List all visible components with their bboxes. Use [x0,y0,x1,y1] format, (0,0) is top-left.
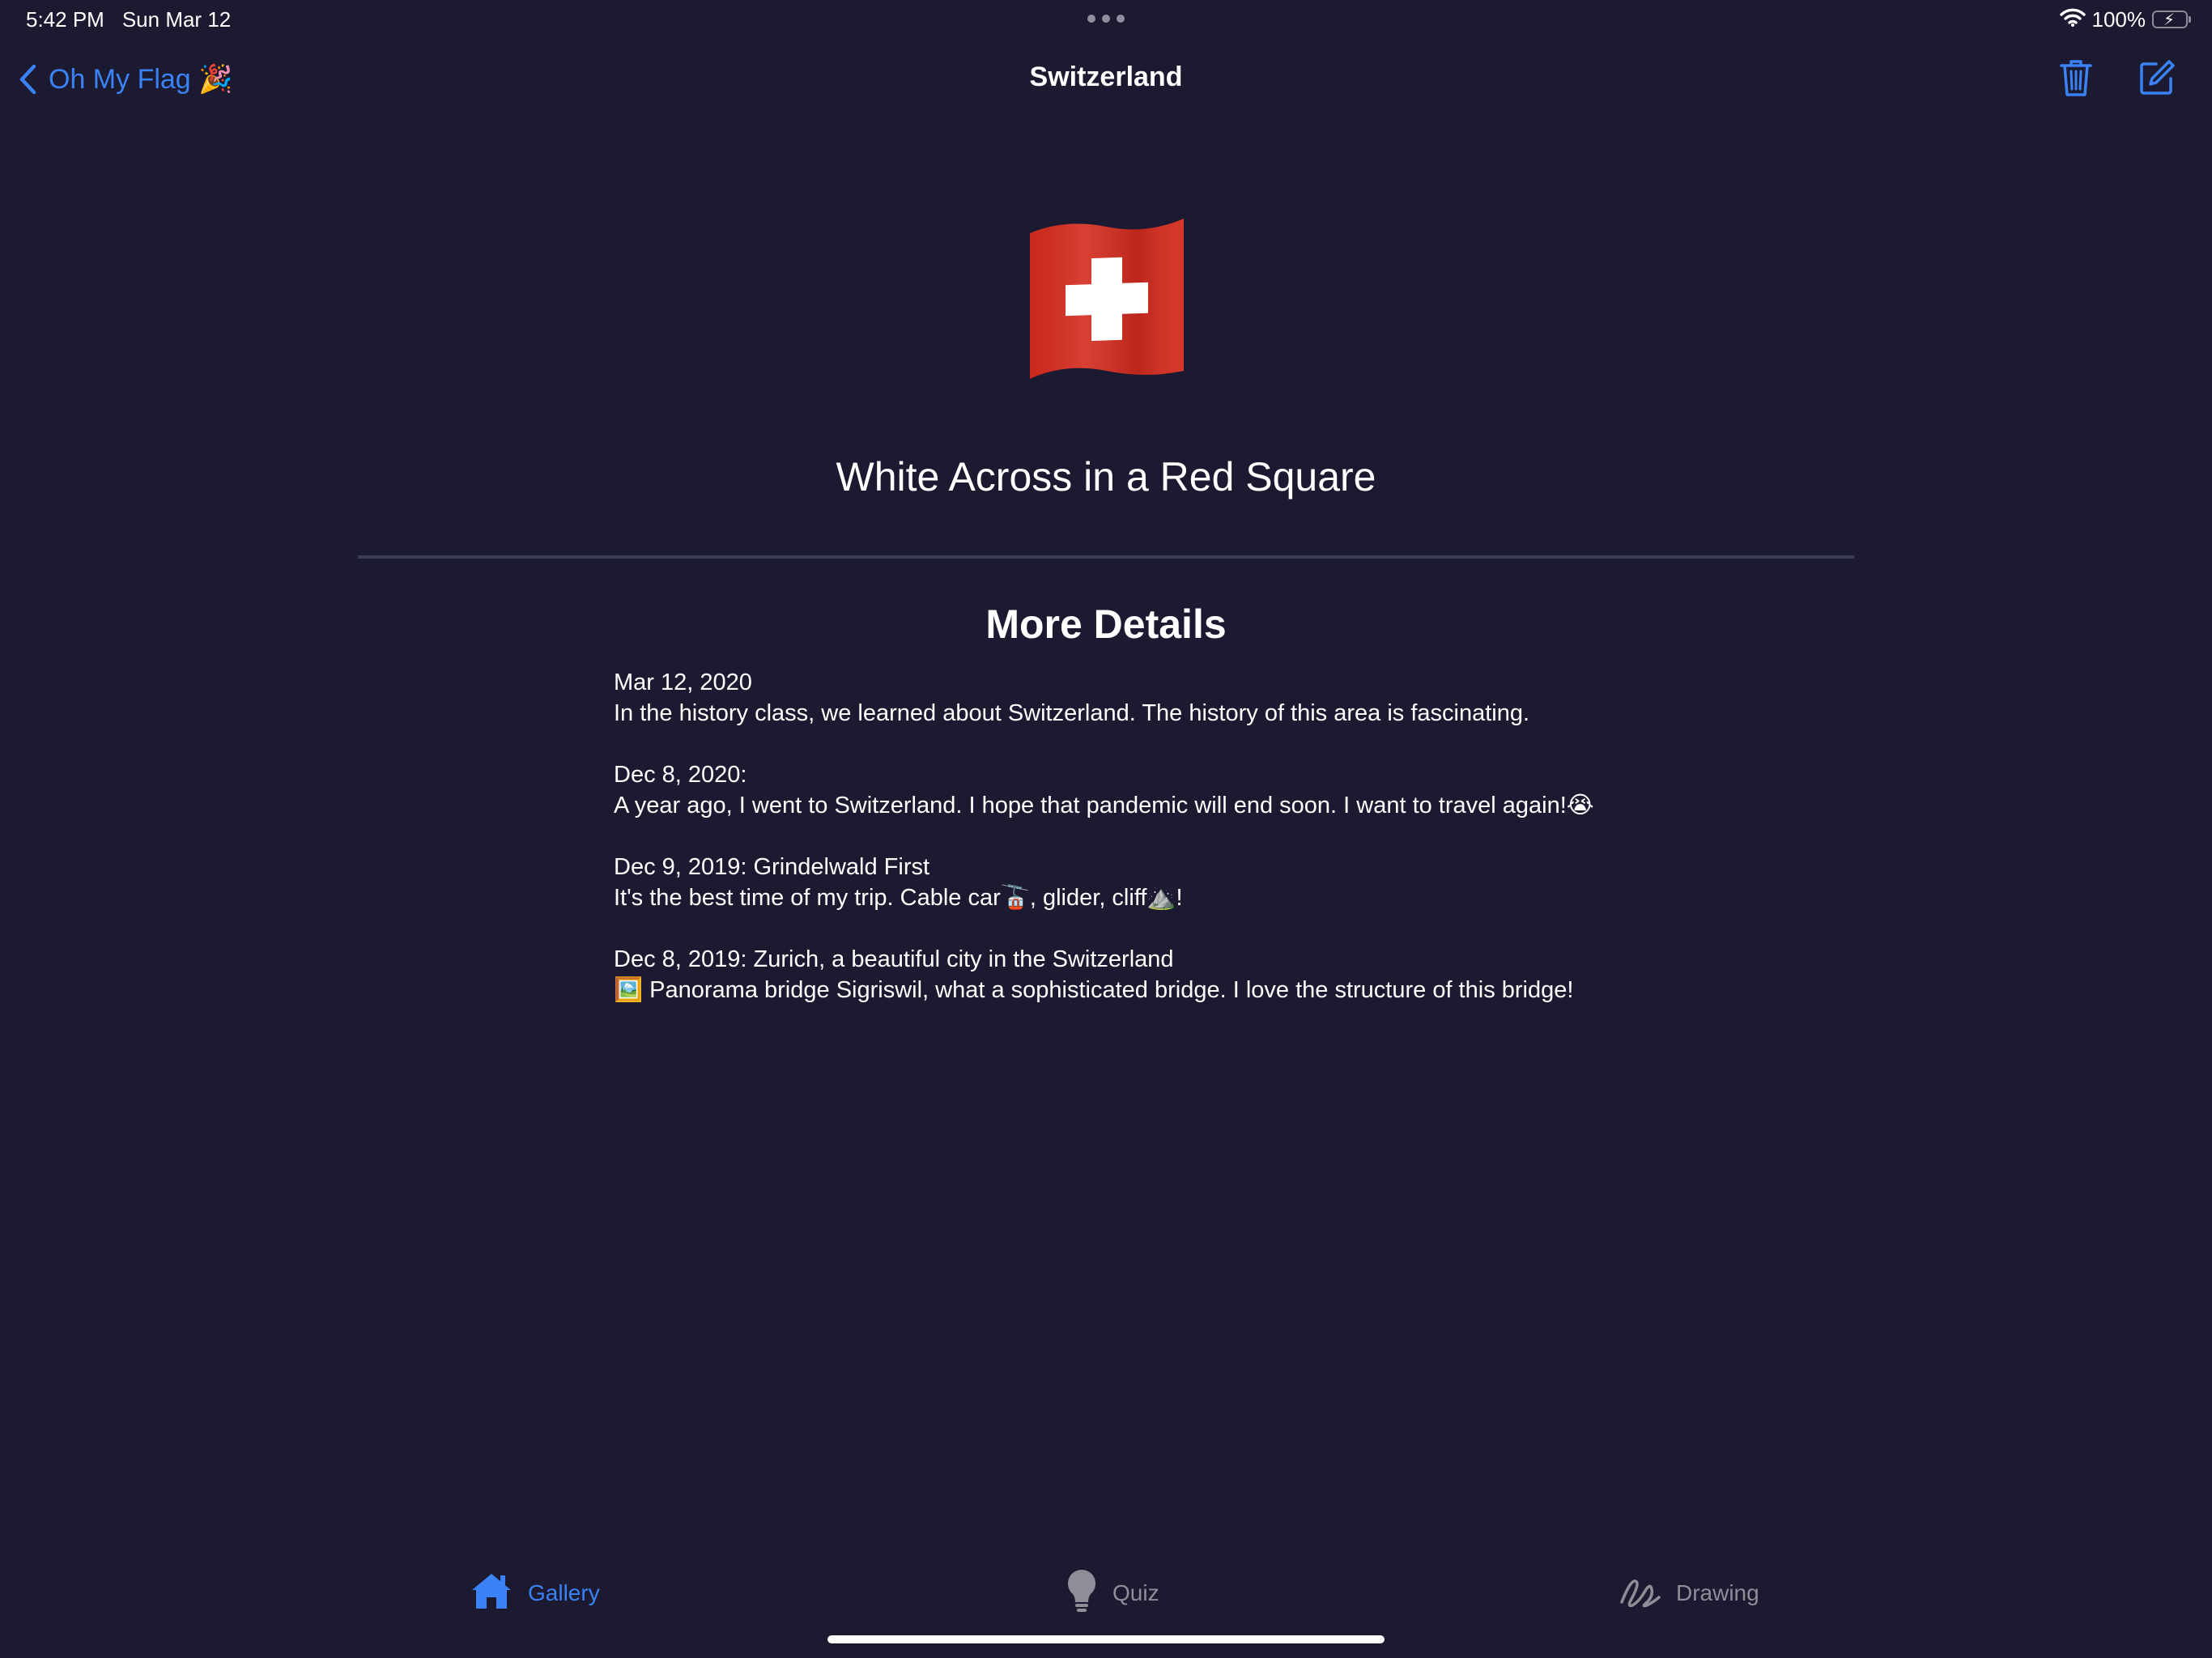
list-item: Dec 8, 2020: A year ago, I went to Switz… [614,759,1666,821]
wifi-icon [2059,7,2086,32]
entry-text: In the history class, we learned about S… [614,700,1530,726]
multitasking-dots[interactable] [1087,15,1125,24]
entry-text: It's the best time of my trip. Cable car… [614,885,1183,911]
tab-label: Gallery [528,1580,600,1605]
home-indicator[interactable] [827,1635,1385,1643]
house-icon [470,1571,513,1617]
list-item: Dec 8, 2019: Zurich, a beautiful city in… [614,944,1666,1005]
entry-date: Mar 12, 2020 [614,670,752,695]
edit-button[interactable] [2134,57,2180,102]
tab-drawing[interactable]: Drawing [1619,1569,1759,1618]
lightbulb-icon [1066,1568,1098,1619]
tab-label: Quiz [1112,1580,1159,1605]
status-date: Sun Mar 12 [121,7,232,32]
entry-text: 🖼️ Panorama bridge Sigriswil, what a sop… [614,977,1574,1003]
swiss-flag-icon [1025,212,1187,382]
entry-date: Dec 8, 2019: Zurich, a beautiful city in… [614,946,1174,972]
details-heading: More Details [985,602,1227,647]
list-item: Mar 12, 2020 In the history class, we le… [614,667,1666,729]
status-bar-right: 100% ⚡ [2059,5,2191,34]
battery-percent: 100% [2091,6,2146,32]
battery-icon: ⚡ [2152,11,2191,29]
details-list: Mar 12, 2020 In the history class, we le… [614,667,1666,1036]
tab-label: Drawing [1676,1580,1759,1605]
page-title: Switzerland [1029,62,1183,92]
delete-button[interactable] [2053,57,2099,102]
entry-date: Dec 9, 2019: Grindelwald First [614,854,930,880]
tab-gallery[interactable]: Gallery [470,1569,600,1618]
status-bar-left: 5:42 PM Sun Mar 12 [26,6,231,32]
trash-icon [2060,58,2092,101]
tab-quiz[interactable]: Quiz [1066,1569,1159,1618]
status-time: 5:42 PM [26,7,104,32]
flag-description: White Across in a Red Square [836,454,1376,500]
divider [358,555,1854,559]
entry-date: Dec 8, 2020: [614,762,747,788]
entry-text: A year ago, I went to Switzerland. I hop… [614,793,1594,818]
compose-icon [2138,59,2176,100]
list-item: Dec 9, 2019: Grindelwald First It's the … [614,852,1666,913]
scribble-icon [1619,1573,1661,1614]
